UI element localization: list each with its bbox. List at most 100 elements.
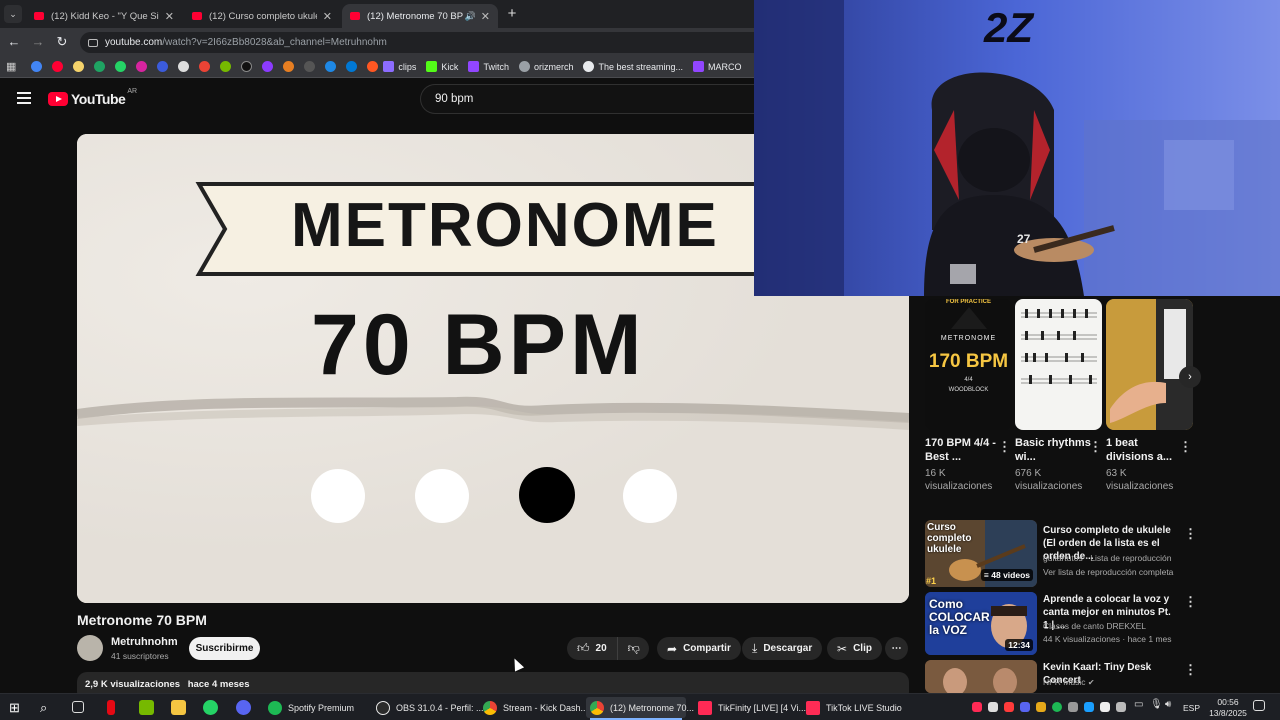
tray-app-icon[interactable]	[988, 702, 998, 712]
bookmark-icon[interactable]	[220, 61, 232, 72]
bookmark-orizmerch[interactable]: orizmerch	[518, 61, 573, 72]
taskbar-app-chrome-kick[interactable]: Stream - Kick Dash...	[479, 697, 592, 718]
video-thumbnail[interactable]: Como COLOCAR la VOZ 12:34	[925, 592, 1037, 655]
tab-search-button[interactable]: ⌄	[4, 5, 22, 23]
speaker-icon[interactable]: 🔊	[465, 11, 476, 22]
site-info-icon[interactable]	[88, 38, 98, 47]
bookmark-icon[interactable]	[178, 61, 190, 72]
share-button[interactable]: ➦ Compartir	[657, 637, 741, 660]
browser-tab-active[interactable]: (12) Metronome 70 BPM - Y 🔊 ✕	[342, 4, 498, 28]
bookmark-icon[interactable]	[157, 61, 169, 72]
google-icon[interactable]	[31, 61, 43, 72]
tray-app-icon[interactable]	[1084, 702, 1094, 712]
clock-time: 00:56	[1217, 697, 1239, 707]
more-vert-icon[interactable]: ⋮	[1089, 439, 1102, 455]
youtube-icon[interactable]	[52, 61, 64, 72]
new-tab-button[interactable]: +	[503, 5, 521, 23]
search-input[interactable]: 90 bpm	[420, 84, 754, 114]
download-button[interactable]: ⤓ Descargar	[742, 637, 823, 660]
forward-arrow-icon[interactable]: →	[30, 34, 46, 50]
short-title[interactable]: Basic rhythms wi...	[1015, 436, 1095, 464]
bookmark-icon[interactable]	[325, 61, 337, 72]
discord-icon[interactable]	[236, 700, 251, 715]
bookmark-icon[interactable]	[73, 61, 85, 72]
view-playlist-link[interactable]: Ver lista de reproducción completa	[1043, 566, 1173, 579]
notifications-icon[interactable]	[1253, 700, 1265, 711]
tray-app-icon[interactable]	[1100, 702, 1110, 712]
dislike-button[interactable]: 👎︎	[618, 637, 650, 660]
clip-button[interactable]: ✂ Clip	[827, 637, 882, 660]
taskbar-app-chrome-youtube[interactable]: (12) Metronome 70...	[586, 697, 694, 720]
volume-icon[interactable]: 🔊︎	[1165, 699, 1180, 714]
bookmark-icon[interactable]	[304, 61, 316, 72]
bookmark-kick[interactable]: Kick	[426, 61, 458, 72]
taskbar-app-obs[interactable]: OBS 31.0.4 - Perfil: ...	[372, 697, 488, 718]
instagram-icon[interactable]	[136, 61, 148, 72]
file-explorer-icon[interactable]	[171, 700, 186, 715]
short-thumbnail[interactable]	[1015, 299, 1102, 430]
bookmark-clips[interactable]: clips	[383, 61, 416, 72]
more-actions-button[interactable]: ⋯	[885, 637, 908, 660]
tiktok-icon[interactable]	[241, 61, 253, 72]
youtube-logo[interactable]: YouTube AR	[48, 88, 137, 107]
back-arrow-icon[interactable]: ←	[6, 34, 22, 50]
outlook-icon[interactable]	[346, 61, 358, 72]
tray-app-icon[interactable]	[1004, 702, 1014, 712]
language-indicator[interactable]: ESP	[1183, 703, 1200, 713]
short-thumbnail[interactable]	[1106, 299, 1193, 430]
network-icon[interactable]: ▭	[1134, 699, 1149, 714]
tray-app-icon[interactable]	[1116, 702, 1126, 712]
more-vert-icon[interactable]: ⋮	[998, 439, 1011, 455]
netflix-icon[interactable]	[107, 700, 115, 715]
address-bar[interactable]: youtube.com/watch?v=2I66zBb8028&ab_chann…	[80, 32, 754, 53]
bookmark-icon[interactable]	[94, 61, 106, 72]
system-clock[interactable]: 00:56 13/8/2025	[1206, 697, 1250, 719]
search-icon[interactable]: ⌕	[40, 700, 55, 715]
more-vert-icon[interactable]: ⋮	[1179, 439, 1192, 455]
tab-close-icon[interactable]: ✕	[481, 10, 490, 23]
short-thumbnail[interactable]: FOR PRACTICE METRONOME 170 BPM 4/4 WOODB…	[925, 299, 1012, 430]
bookmark-icon[interactable]	[283, 61, 295, 72]
subscribe-button[interactable]: Suscribirme	[189, 637, 260, 660]
bookmark-icon[interactable]	[367, 61, 379, 72]
more-vert-icon[interactable]: ⋮	[1184, 526, 1197, 542]
more-vert-icon[interactable]: ⋮	[1184, 594, 1197, 610]
whatsapp-icon[interactable]	[203, 700, 218, 715]
microphone-icon[interactable]: 🎙︎	[1150, 699, 1165, 714]
more-vert-icon[interactable]: ⋮	[1184, 662, 1197, 678]
view-count: 2,9 K visualizaciones	[85, 679, 181, 690]
tray-app-icon[interactable]	[972, 702, 982, 712]
gmail-icon[interactable]	[199, 61, 211, 72]
tray-app-icon[interactable]	[1036, 702, 1046, 712]
windows-start-icon[interactable]: ⊞	[9, 700, 24, 715]
playlist-thumbnail[interactable]: Curso completo ukulele #1 ≡ 48 videos	[925, 520, 1037, 587]
bookmark-twitch[interactable]: Twitch	[468, 61, 509, 72]
menu-icon[interactable]	[17, 92, 31, 104]
tab-close-icon[interactable]: ✕	[323, 10, 332, 23]
taskbar-app-spotify[interactable]: Spotify Premium	[264, 697, 358, 718]
whatsapp-icon[interactable]	[115, 61, 127, 72]
nvidia-icon[interactable]	[139, 700, 154, 715]
short-title[interactable]: 170 BPM 4/4 - Best ...	[925, 436, 1005, 464]
taskbar-app-tikfinity[interactable]: TikFinity [LIVE] [4 Vi...	[694, 697, 810, 718]
tray-app-icon[interactable]	[1068, 702, 1078, 712]
reload-icon[interactable]: ↻	[54, 34, 70, 50]
tray-app-icon[interactable]	[1020, 702, 1030, 712]
task-view-icon[interactable]	[72, 701, 84, 713]
browser-tab[interactable]: (12) Kidd Keo - "Y Que Si No Ha ✕	[26, 4, 182, 28]
tab-close-icon[interactable]: ✕	[165, 10, 174, 23]
channel-avatar[interactable]	[77, 635, 103, 661]
channel-name[interactable]: Metruhnohm	[111, 636, 178, 648]
tray-app-icon[interactable]	[1052, 702, 1062, 712]
tikfinity-icon	[698, 700, 712, 715]
bookmark-icon[interactable]	[262, 61, 274, 72]
bookmark-streaming[interactable]: The best streaming...	[583, 61, 683, 72]
browser-tab[interactable]: (12) Curso completo ukulele: Tu ✕	[184, 4, 340, 28]
bookmark-marco[interactable]: MARCO	[693, 61, 742, 72]
apps-grid-icon[interactable]: ▦	[6, 60, 16, 73]
video-thumbnail[interactable]	[925, 660, 1037, 693]
chevron-right-icon[interactable]: ›	[1179, 366, 1201, 388]
short-title[interactable]: 1 beat divisions a...	[1106, 436, 1186, 464]
taskbar-app-tiktok-studio[interactable]: TikTok LIVE Studio	[802, 697, 906, 718]
like-button[interactable]: 👍︎ 20	[567, 637, 618, 660]
